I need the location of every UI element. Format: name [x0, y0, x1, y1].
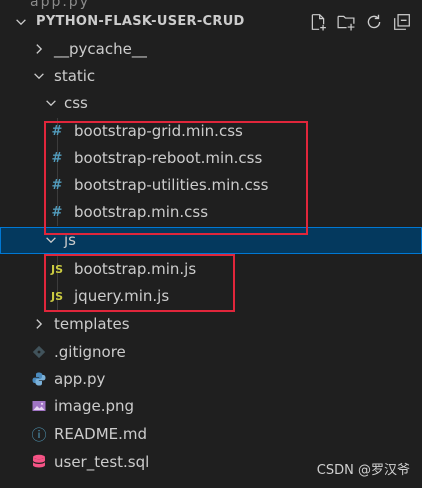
new-file-icon: [311, 14, 326, 31]
collapse-all-icon: [394, 14, 410, 30]
tree-item-image-png[interactable]: image.png: [0, 393, 422, 420]
project-title: PYTHON-FLASK-USER-CRUD: [36, 14, 245, 29]
tree-item-label: README.md: [54, 425, 148, 443]
tree-item-label: .gitignore: [54, 343, 126, 361]
chevron-down-icon: [46, 100, 56, 107]
tree-item-pycache[interactable]: __pycache__: [0, 36, 422, 63]
tree-item-label: templates: [54, 315, 130, 333]
highlight-box-css-files: [44, 121, 308, 235]
tree-item-readme-md[interactable]: ⓘ README.md: [0, 421, 422, 448]
explorer-actions: [308, 12, 412, 32]
python-icon: [30, 370, 48, 388]
tree-item-app-py[interactable]: app.py: [0, 366, 422, 393]
database-icon: [30, 453, 48, 471]
tree-item-label: css: [64, 94, 88, 112]
tree-item-static[interactable]: static: [0, 63, 422, 90]
highlight-box-js-files: [44, 254, 235, 312]
tree-item-label: static: [54, 67, 96, 85]
refresh-icon: [367, 14, 381, 29]
tree-item-gitignore[interactable]: .gitignore: [0, 339, 422, 366]
new-folder-button[interactable]: [336, 12, 356, 32]
new-folder-icon: [337, 15, 355, 31]
tree-item-templates[interactable]: templates: [0, 311, 422, 338]
refresh-button[interactable]: [364, 12, 384, 32]
chevron-down-icon: [34, 73, 44, 80]
explorer-section-header[interactable]: PYTHON-FLASK-USER-CRUD: [0, 8, 422, 36]
collapse-all-button[interactable]: [392, 12, 412, 32]
scrolled-top-edge: app.py: [0, 0, 422, 10]
image-file-icon: [30, 397, 48, 415]
tree-item-label: image.png: [54, 397, 135, 415]
tree-item-label: __pycache__: [54, 40, 147, 58]
chevron-right-icon: [36, 44, 43, 54]
info-icon: ⓘ: [31, 425, 47, 444]
tree-item-label: user_test.sql: [54, 453, 150, 471]
tree-item-label: app.py: [54, 370, 106, 388]
git-icon: [30, 343, 48, 361]
chevron-right-icon: [36, 319, 43, 329]
new-file-button[interactable]: [308, 12, 328, 32]
file-explorer-panel: app.py PYTHON-FLASK-USER-CRUD __pycache_…: [0, 0, 422, 488]
tree-item-css[interactable]: css: [0, 90, 422, 117]
watermark: CSDN @罗汉爷: [316, 463, 410, 478]
chevron-down-icon[interactable]: [14, 15, 28, 29]
chevron-down-icon: [46, 237, 56, 244]
